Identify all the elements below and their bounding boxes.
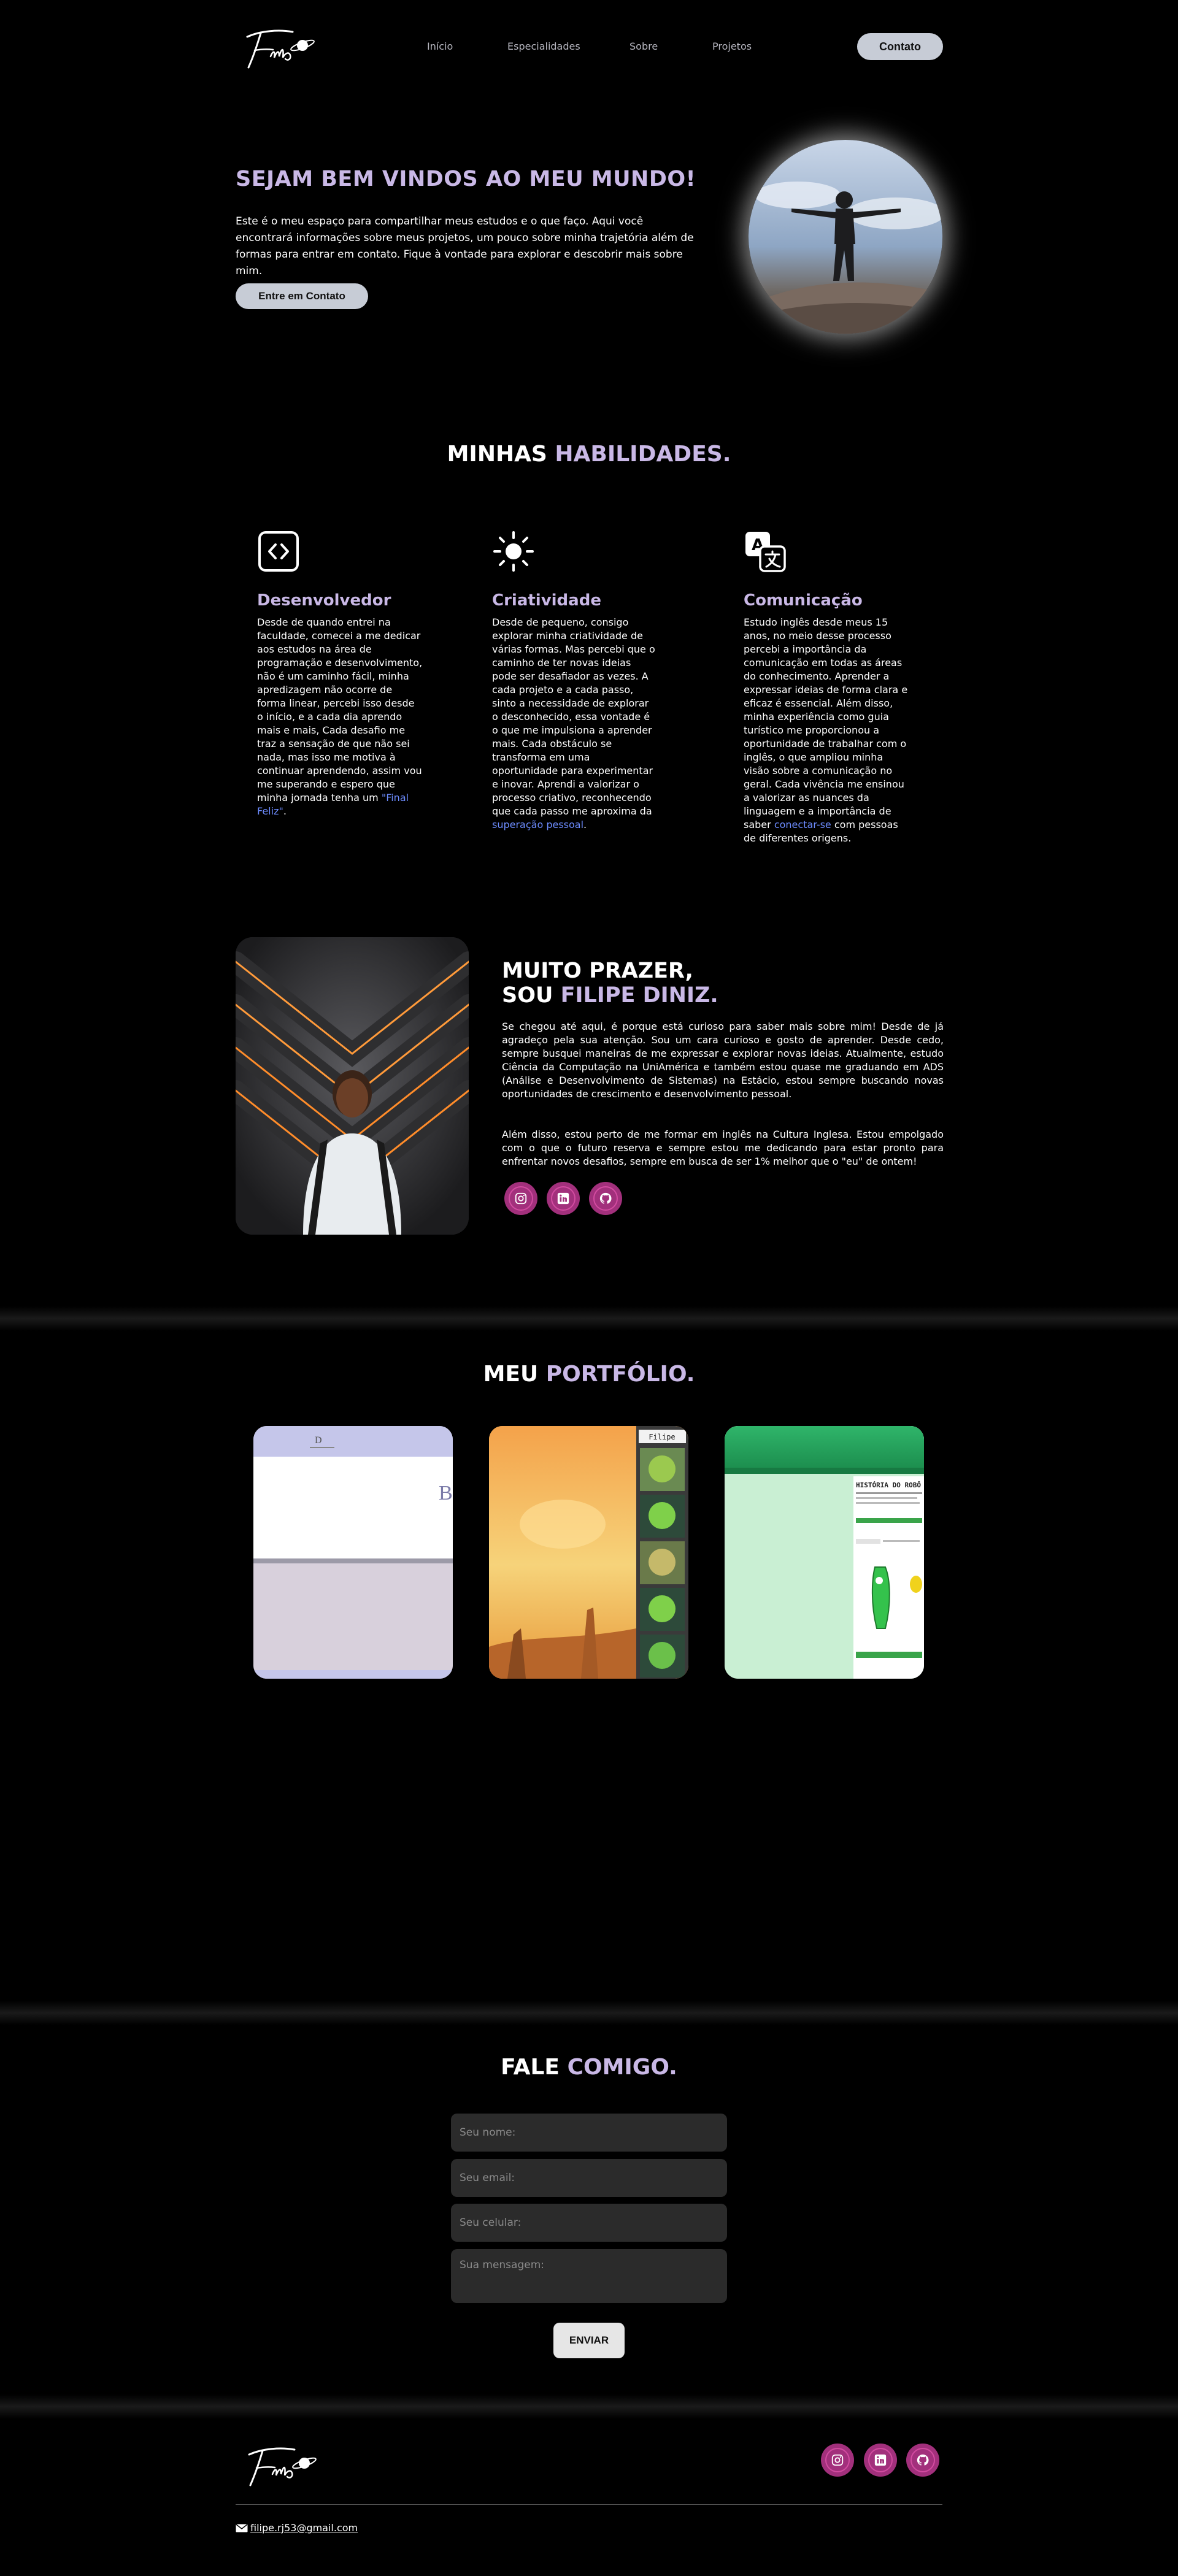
about-paragraph-1: Se chegou até aqui, é porque está curios…	[502, 1021, 944, 1100]
skill-title: Comunicação	[744, 591, 863, 610]
github-icon	[910, 2448, 935, 2472]
contact-title: FALE COMIGO.	[501, 2055, 677, 2080]
site-header: Início Especialidades Sobre Projetos Con…	[0, 0, 1178, 92]
section-divider	[0, 2001, 1178, 2025]
email-input[interactable]	[451, 2159, 727, 2197]
code-icon	[258, 531, 299, 572]
footer-github-link[interactable]	[906, 2444, 939, 2477]
message-input[interactable]	[451, 2249, 727, 2303]
skill-title: Desenvolvedor	[257, 591, 391, 610]
svg-text:D: D	[315, 1435, 322, 1446]
portfolio-title: MEU PORTFÓLIO.	[483, 1362, 695, 1387]
name-input[interactable]	[451, 2114, 727, 2152]
linkedin-icon	[551, 1186, 576, 1211]
github-icon	[593, 1186, 618, 1211]
translate-icon: A	[745, 532, 786, 572]
footer-logo[interactable]	[238, 2436, 318, 2491]
footer-linkedin-link[interactable]	[864, 2444, 897, 2477]
nav-inicio[interactable]: Início	[427, 40, 453, 52]
svg-text:B: B	[439, 1482, 453, 1505]
footer-divider	[236, 2504, 942, 2505]
instagram-icon	[825, 2448, 850, 2472]
skill-title: Criatividade	[492, 591, 601, 610]
linkedin-link[interactable]	[547, 1182, 580, 1215]
instagram-icon	[509, 1186, 533, 1211]
skill-card-criatividade: Criatividade Desde de pequeno, consigo e…	[492, 530, 658, 832]
project-card-3[interactable]: HISTÓRIA DO ROBÔ	[725, 1426, 924, 1679]
mail-icon	[236, 2523, 248, 2532]
skill-description: Estudo inglês desde meus 15 anos, no mei…	[744, 616, 908, 844]
about-paragraph-2: Além disso, estou perto de me formar em …	[502, 1129, 944, 1167]
sun-icon	[493, 531, 534, 572]
hero-title: SEJAM BEM VINDOS AO MEU MUNDO!	[236, 167, 696, 191]
skills-title: MINHAS HABILIDADES.	[447, 442, 731, 467]
footer-email-link[interactable]: filipe.rj53@gmail.com	[236, 2522, 358, 2534]
skill-description: Desde de pequeno, consigo explorar minha…	[492, 616, 655, 830]
instagram-link[interactable]	[504, 1182, 537, 1215]
project-card-2[interactable]: Filipe	[489, 1426, 688, 1679]
section-divider	[0, 2394, 1178, 2419]
skill-description: Desde de quando entrei na faculdade, com…	[257, 616, 423, 817]
send-button[interactable]: ENVIAR	[553, 2323, 625, 2358]
contact-button[interactable]: Contato	[857, 33, 943, 60]
section-divider	[0, 1306, 1178, 1331]
footer-instagram-link[interactable]	[821, 2444, 854, 2477]
hero-text: Este é o meu espaço para compartilhar me…	[236, 215, 694, 277]
skill-card-comunicacao: A Comunicação Estudo inglês desde meus 1…	[744, 530, 909, 845]
skill-card-desenvolvedor: Desenvolvedor Desde de quando entrei na …	[257, 530, 423, 818]
project-card-heading: HISTÓRIA DO ROBÔ	[856, 1481, 921, 1489]
filipe-logo[interactable]	[236, 18, 316, 74]
footer-email-text: filipe.rj53@gmail.com	[250, 2522, 358, 2534]
project-card-1[interactable]: D B	[253, 1426, 453, 1679]
phone-input[interactable]	[451, 2204, 727, 2242]
nav-sobre[interactable]: Sobre	[629, 40, 658, 52]
about-title: MUITO PRAZER, SOU FILIPE DINIZ.	[502, 959, 718, 1008]
project-card-tag: Filipe	[649, 1433, 675, 1441]
hero-profile-photo	[749, 140, 942, 334]
hero-contact-button[interactable]: Entre em Contato	[236, 283, 368, 309]
nav-projetos[interactable]: Projetos	[712, 40, 752, 52]
nav-especialidades[interactable]: Especialidades	[507, 40, 580, 52]
github-link[interactable]	[589, 1182, 622, 1215]
linkedin-icon	[868, 2448, 893, 2472]
about-profile-photo	[236, 937, 469, 1235]
